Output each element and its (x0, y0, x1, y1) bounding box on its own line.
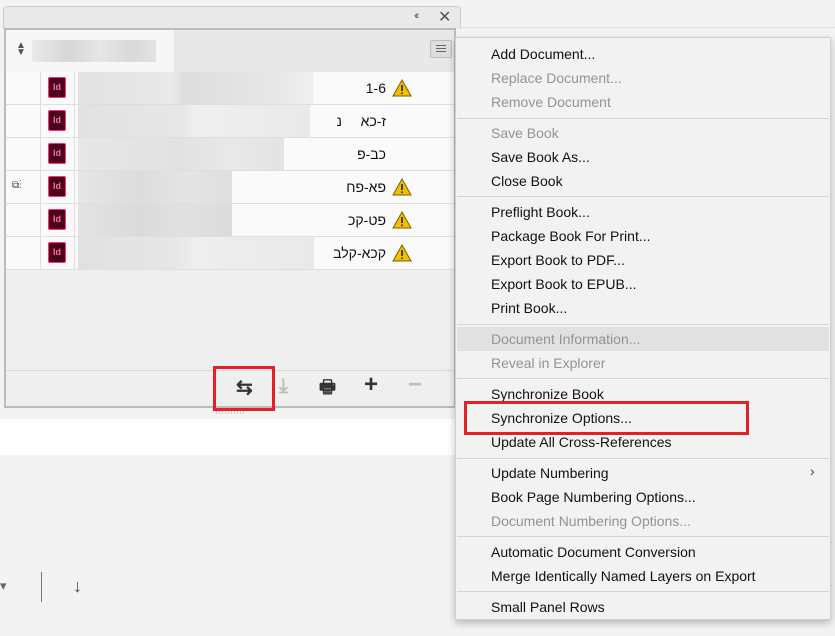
menu-close-book[interactable]: Close Book (491, 173, 563, 189)
menu-document-numbering-options[interactable]: Document Numbering Options... (491, 513, 691, 529)
indesign-file-icon: Id (48, 242, 66, 263)
indesign-file-icon: Id (48, 77, 66, 98)
icon-cell: Id (40, 105, 75, 137)
panel-flyout-menu: Add Document... Replace Document... Remo… (455, 37, 831, 620)
remove-document-button[interactable]: − (408, 371, 422, 399)
indesign-file-icon: Id (48, 209, 66, 230)
status-cell (6, 72, 41, 104)
menu-remove-document[interactable]: Remove Document (491, 94, 611, 110)
document-row[interactable]: Id כב-פ (6, 138, 454, 171)
book-tab[interactable]: ▲ ▼ (6, 30, 175, 72)
dropdown-arrow-icon[interactable]: ▾ (0, 578, 7, 594)
status-cell: ⧉⋮ (6, 171, 41, 203)
menu-export-pdf[interactable]: Export Book to PDF... (491, 252, 625, 268)
menu-replace-document[interactable]: Replace Document... (491, 70, 622, 86)
status-cell (6, 204, 41, 236)
indesign-file-icon: Id (48, 110, 66, 131)
warning-icon (392, 243, 412, 262)
status-cell (6, 138, 41, 170)
menu-synchronize-book[interactable]: Synchronize Book (491, 386, 604, 402)
panel-menu-button[interactable] (430, 40, 452, 58)
document-name: פט-קכ (348, 212, 386, 228)
redacted-text (78, 105, 310, 137)
icon-cell: Id (40, 138, 75, 170)
menu-separator (457, 378, 829, 379)
menu-add-document[interactable]: Add Document... (491, 46, 595, 62)
menu-separator (457, 324, 829, 325)
icon-cell: Id (40, 204, 75, 236)
redacted-text (78, 204, 232, 236)
menu-separator (457, 196, 829, 197)
save-book-icon[interactable]: ⤓ (279, 375, 288, 398)
book-panel: ▲▼ Id 1-6 Id נ ז-כא Id כב-פ ⧉⋮ Id פא-פח (4, 28, 456, 408)
warning-icon (392, 78, 412, 97)
menu-update-numbering[interactable]: Update Numbering (491, 465, 609, 481)
menu-export-epub[interactable]: Export Book to EPUB... (491, 276, 637, 292)
menu-package-book[interactable]: Package Book For Print... (491, 228, 651, 244)
menu-save-book-as[interactable]: Save Book As... (491, 149, 590, 165)
menu-preflight-book[interactable]: Preflight Book... (491, 204, 590, 220)
highlight-sync-button (213, 366, 275, 411)
document-name: כב-פ (357, 146, 386, 162)
background-line (458, 27, 835, 28)
document-name: קכא-קלב (333, 245, 386, 261)
icon-cell: Id (40, 72, 75, 104)
document-row[interactable]: Id נ ז-כא (6, 105, 454, 138)
warning-icon (392, 210, 412, 229)
redacted-text (78, 138, 284, 170)
print-book-button[interactable]: 🖶 (319, 375, 336, 405)
document-name: 1-6 (365, 80, 386, 96)
document-row[interactable]: Id פט-קכ (6, 204, 454, 237)
menu-separator (457, 458, 829, 459)
status-cell (6, 237, 41, 269)
resize-grip[interactable] (216, 411, 244, 414)
document-row[interactable]: Id קכא-קלב (6, 237, 454, 270)
menu-document-information[interactable]: Document Information... (491, 331, 640, 347)
collapse-panel-button[interactable]: ‹‹ (414, 10, 420, 22)
book-tab-title-redacted (32, 40, 156, 62)
document-name: ז-כא (360, 113, 386, 129)
document-row[interactable]: ⧉⋮ Id פא-פח (6, 171, 454, 204)
menu-reveal-in-explorer[interactable]: Reveal in Explorer (491, 355, 605, 371)
document-name-fragment: נ (336, 113, 342, 129)
menu-save-book[interactable]: Save Book (491, 125, 559, 141)
tab-strip (174, 30, 454, 73)
panel-header: ‹‹ ✕ (3, 6, 461, 29)
menu-print-book[interactable]: Print Book... (491, 300, 567, 316)
redacted-text (78, 72, 314, 104)
redacted-text (78, 237, 314, 269)
linked-document-icon: ⧉⋮ (12, 180, 22, 191)
menu-small-panel-rows[interactable]: Small Panel Rows (491, 599, 605, 615)
down-arrow-icon[interactable]: ↓ (73, 576, 82, 597)
status-cell (6, 105, 41, 137)
menu-separator (457, 118, 829, 119)
menu-separator (457, 536, 829, 537)
submenu-chevron-icon: › (810, 463, 815, 479)
icon-cell: Id (40, 171, 75, 203)
document-row[interactable]: Id 1-6 (6, 72, 454, 105)
document-name: פא-פח (346, 179, 386, 195)
add-document-button[interactable]: + (364, 371, 378, 399)
highlight-synchronize-options (464, 401, 749, 435)
menu-book-page-numbering-options[interactable]: Book Page Numbering Options... (491, 489, 696, 505)
menu-separator (457, 591, 829, 592)
redacted-text (78, 171, 232, 203)
menu-automatic-document-conversion[interactable]: Automatic Document Conversion (491, 544, 696, 560)
indesign-file-icon: Id (48, 143, 66, 164)
icon-cell: Id (40, 237, 75, 269)
sort-arrows-icon[interactable]: ▲ ▼ (16, 41, 26, 58)
close-panel-button[interactable]: ✕ (438, 7, 451, 27)
document-area-strip (0, 419, 460, 455)
warning-icon (392, 177, 412, 196)
toolbar-divider (41, 572, 42, 602)
menu-merge-layers-on-export[interactable]: Merge Identically Named Layers on Export (491, 568, 756, 584)
menu-update-cross-references[interactable]: Update All Cross-References (491, 434, 672, 450)
indesign-file-icon: Id (48, 176, 66, 197)
